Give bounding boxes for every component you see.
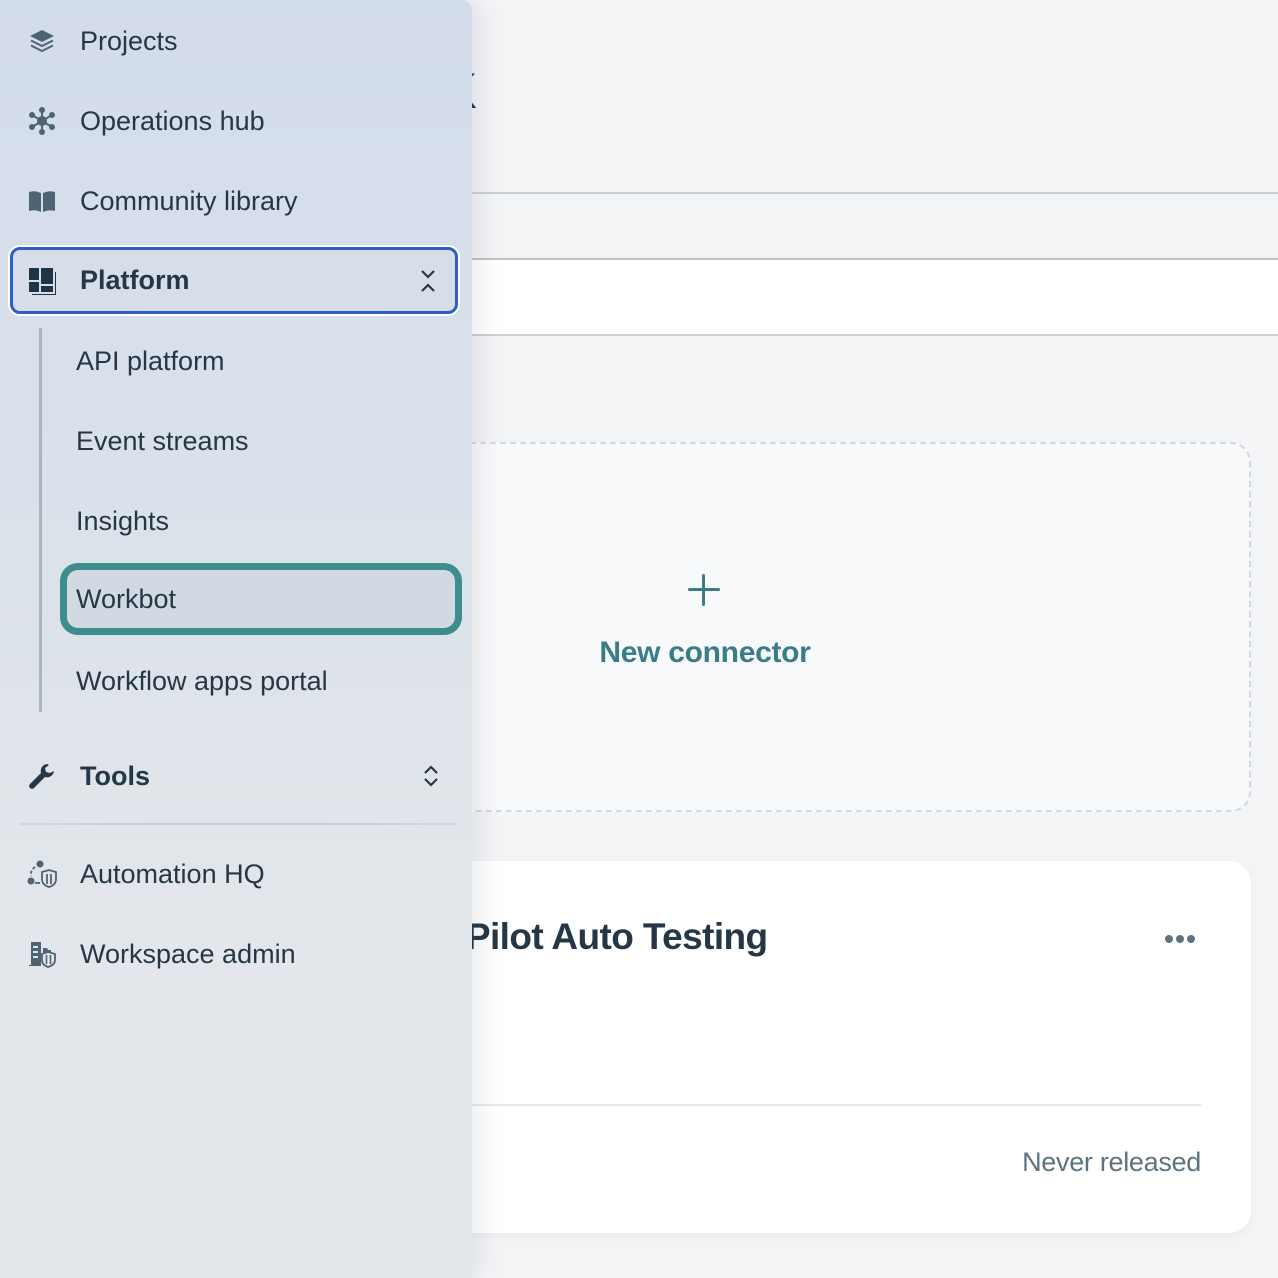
sidebar-item-label: Automation HQ xyxy=(80,858,265,889)
sidebar-group-label: Platform xyxy=(80,265,190,295)
sidebar-item-label: Operations hub xyxy=(80,105,265,136)
sidebar-item-label: Workspace admin xyxy=(80,938,296,969)
sidebar-item-community-library[interactable]: Community library xyxy=(10,169,458,233)
submenu-rail xyxy=(39,328,42,712)
sidebar-item-projects[interactable]: Projects xyxy=(10,9,458,73)
sidebar-subitem-label: Workflow apps portal xyxy=(76,665,328,696)
building-shield-icon xyxy=(26,938,58,970)
more-horizontal-icon[interactable] xyxy=(1160,927,1200,951)
sidebar-group-label: Tools xyxy=(80,760,150,791)
wrench-icon xyxy=(26,760,58,792)
sidebar-subitem-label: API platform xyxy=(76,345,225,376)
sidebar-group-tools[interactable]: Tools xyxy=(10,744,458,808)
sidebar-subitem-insights[interactable]: Insights xyxy=(62,489,458,553)
sidebar-group-platform[interactable]: Platform xyxy=(10,247,458,314)
release-status: Never released xyxy=(1022,1147,1201,1177)
sidebar-subitem-workbot[interactable]: Workbot xyxy=(60,563,462,635)
collapse-chevron-icon[interactable] xyxy=(417,268,439,294)
sidebar-subitem-label: Event streams xyxy=(76,425,249,456)
expand-chevron-icon[interactable] xyxy=(420,763,442,789)
sidebar-item-workspace-admin[interactable]: Workspace admin xyxy=(10,922,458,986)
open-book-icon xyxy=(26,185,58,217)
hub-network-icon xyxy=(26,105,58,137)
sidebar-item-automation-hq[interactable]: Automation HQ xyxy=(10,842,458,906)
sidebar: Projects Operations hub Community librar… xyxy=(0,0,472,1278)
sidebar-subitem-label: Insights xyxy=(76,505,170,536)
dashboard-grid-icon xyxy=(26,265,58,297)
sidebar-subitem-workflow-apps-portal[interactable]: Workflow apps portal xyxy=(62,649,458,713)
sidebar-subitem-api-platform[interactable]: API platform xyxy=(62,329,458,393)
sidebar-item-label: Projects xyxy=(80,25,178,56)
sidebar-item-operations-hub[interactable]: Operations hub xyxy=(10,89,458,153)
sidebar-divider xyxy=(20,823,458,825)
automation-shield-icon xyxy=(26,858,58,890)
sidebar-subitem-label: Workbot xyxy=(76,583,177,614)
layers-icon xyxy=(26,25,58,57)
sidebar-subitem-event-streams[interactable]: Event streams xyxy=(62,409,458,473)
plus-icon xyxy=(686,572,722,608)
sidebar-item-label: Community library xyxy=(80,185,298,216)
